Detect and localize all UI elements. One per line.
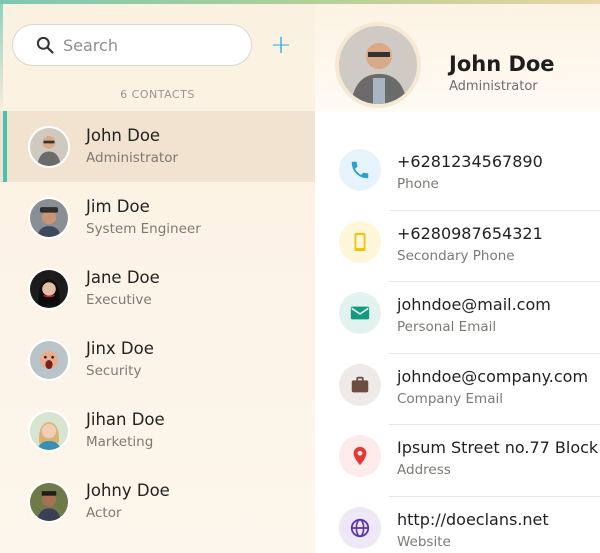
- contact-item-jim[interactable]: Jim Doe System Engineer: [0, 182, 315, 253]
- avatar: [28, 480, 70, 523]
- profile-avatar: [339, 26, 417, 104]
- phone-icon: [339, 149, 381, 191]
- detail-value: Ipsum Street no.77 Block A: [397, 438, 600, 457]
- contact-role: Administrator: [86, 149, 179, 166]
- contact-name: Johny Doe: [86, 480, 170, 500]
- detail-label: Address: [397, 462, 451, 478]
- contact-role: Security: [86, 362, 142, 379]
- contact-detail-panel: John Doe Administrator +6281234567890 Ph…: [315, 4, 600, 553]
- contact-name: Jihan Doe: [86, 409, 165, 429]
- detail-value: http://doeclans.net: [397, 509, 549, 529]
- profile-avatar-ring: [335, 22, 421, 108]
- avatar: [28, 409, 70, 452]
- detail-company-email[interactable]: johndoe@company.com Company Email: [315, 354, 600, 425]
- mobile-icon: [339, 220, 381, 263]
- contact-item-jinx[interactable]: Jinx Doe Security: [0, 324, 315, 395]
- detail-label: Phone: [397, 176, 439, 192]
- location-pin-icon: [339, 435, 381, 477]
- profile-role: Administrator: [449, 79, 538, 94]
- detail-value: johndoe@company.com: [397, 366, 589, 386]
- search-box[interactable]: [12, 24, 252, 66]
- avatar: [28, 338, 70, 381]
- detail-website[interactable]: http://doeclans.net Website: [315, 497, 600, 553]
- detail-label: Company Email: [397, 390, 503, 407]
- contact-role: Marketing: [86, 433, 154, 450]
- left-edge-accent: [0, 4, 3, 109]
- search-input[interactable]: [63, 35, 233, 55]
- contact-role: Executive: [86, 291, 152, 308]
- contact-item-john[interactable]: John Doe Administrator: [0, 111, 315, 182]
- detail-secondary-phone[interactable]: +6280987654321 Secondary Phone: [315, 211, 600, 282]
- contact-name: Jane Doe: [86, 267, 160, 287]
- avatar: [28, 196, 70, 239]
- contacts-count: 6 CONTACTS: [120, 88, 195, 101]
- detail-personal-email[interactable]: johndoe@mail.com Personal Email: [315, 282, 600, 354]
- avatar: [28, 125, 70, 168]
- detail-label: Website: [397, 533, 451, 550]
- contact-role: Actor: [86, 504, 122, 521]
- avatar: [28, 267, 70, 310]
- contact-name: Jim Doe: [86, 196, 150, 216]
- contacts-panel: + 6 CONTACTS John Doe Administrator Jim …: [0, 4, 315, 553]
- briefcase-icon: [339, 363, 381, 406]
- search-icon: [36, 36, 54, 54]
- globe-icon: [339, 506, 381, 549]
- detail-label: Personal Email: [397, 319, 497, 335]
- detail-value: +6281234567890: [397, 152, 543, 171]
- contact-item-jihan[interactable]: Jihan Doe Marketing: [0, 395, 315, 466]
- add-contact-button[interactable]: +: [266, 30, 296, 60]
- detail-value: johndoe@mail.com: [397, 295, 551, 314]
- profile-name: John Doe: [449, 52, 555, 76]
- detail-phone[interactable]: +6281234567890 Phone: [315, 139, 600, 211]
- contact-item-jane[interactable]: Jane Doe Executive: [0, 253, 315, 324]
- contact-details-list: +6281234567890 Phone +6280987654321 Seco…: [315, 139, 600, 553]
- contact-item-johny[interactable]: Johny Doe Actor: [0, 466, 315, 537]
- contact-role: System Engineer: [86, 220, 201, 237]
- detail-label: Secondary Phone: [397, 247, 515, 264]
- contact-name: John Doe: [86, 125, 161, 145]
- contact-list: John Doe Administrator Jim Doe System En…: [0, 111, 315, 537]
- detail-value: +6280987654321: [397, 223, 543, 243]
- contact-name: Jinx Doe: [86, 338, 154, 358]
- mail-icon: [339, 292, 381, 334]
- detail-address[interactable]: Ipsum Street no.77 Block A Address: [315, 425, 600, 497]
